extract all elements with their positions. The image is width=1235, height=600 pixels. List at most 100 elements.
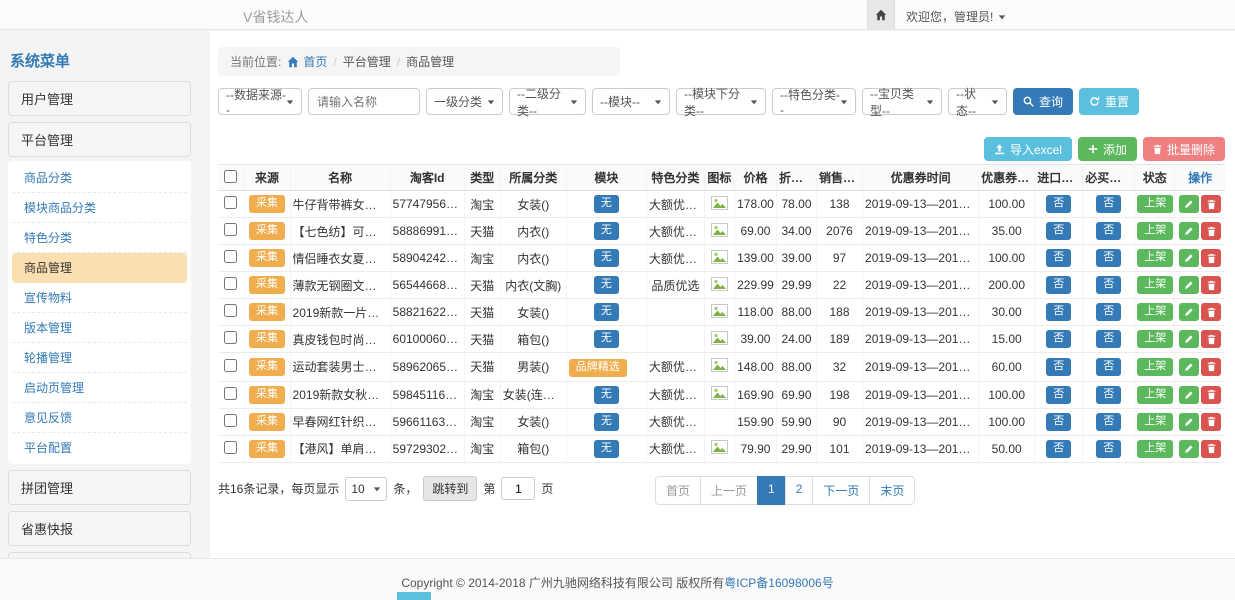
row-checkbox[interactable]: [224, 196, 237, 209]
sidebar-subitem-1[interactable]: 模块商品分类: [12, 193, 187, 223]
breadcrumb-home-link[interactable]: 首页: [287, 53, 327, 70]
status-badge[interactable]: 上架: [1137, 330, 1173, 348]
pager-page-2[interactable]: 2: [785, 476, 814, 505]
status-badge[interactable]: 上架: [1137, 303, 1173, 321]
import-select-badge[interactable]: 否: [1046, 413, 1071, 431]
pager-next[interactable]: 下一页: [812, 476, 870, 505]
filter-select-7[interactable]: --宝贝类型--: [862, 88, 942, 115]
must-buy-badge[interactable]: 否: [1096, 413, 1121, 431]
filter-select-6[interactable]: --特色分类--: [772, 88, 856, 115]
import-select-badge[interactable]: 否: [1046, 195, 1071, 213]
edit-button[interactable]: [1179, 195, 1199, 213]
edit-button[interactable]: [1179, 276, 1199, 294]
filter-select-5[interactable]: --模块下分类--: [676, 88, 766, 115]
edit-button[interactable]: [1179, 440, 1199, 458]
delete-button[interactable]: [1201, 440, 1221, 458]
import-select-badge[interactable]: 否: [1046, 222, 1071, 240]
must-buy-badge[interactable]: 否: [1096, 386, 1121, 404]
sidebar-subitem-2[interactable]: 特色分类: [12, 223, 187, 253]
breadcrumb-item-platform[interactable]: 平台管理: [343, 53, 391, 70]
delete-button[interactable]: [1201, 276, 1221, 294]
filter-select-8[interactable]: --状态--: [948, 88, 1007, 115]
edit-button[interactable]: [1179, 413, 1199, 431]
filter-select-2[interactable]: 一级分类: [426, 88, 503, 115]
delete-button[interactable]: [1201, 303, 1221, 321]
row-checkbox[interactable]: [224, 331, 237, 344]
delete-button[interactable]: [1201, 222, 1221, 240]
row-checkbox[interactable]: [224, 359, 237, 372]
pager-first[interactable]: 首页: [655, 476, 701, 505]
import-select-badge[interactable]: 否: [1046, 386, 1071, 404]
must-buy-badge[interactable]: 否: [1096, 303, 1121, 321]
status-badge[interactable]: 上架: [1137, 413, 1173, 431]
home-button[interactable]: [867, 0, 895, 29]
must-buy-badge[interactable]: 否: [1096, 222, 1121, 240]
sidebar-subitem-5[interactable]: 版本管理: [12, 313, 187, 343]
import-select-badge[interactable]: 否: [1046, 440, 1071, 458]
edit-button[interactable]: [1179, 358, 1199, 376]
import-select-badge[interactable]: 否: [1046, 276, 1071, 294]
sidebar-subitem-3[interactable]: 商品管理: [12, 253, 187, 283]
edit-button[interactable]: [1179, 386, 1199, 404]
icp-link[interactable]: 粤ICP备16098006号: [724, 576, 833, 590]
page-input[interactable]: [501, 477, 535, 500]
select-all-checkbox[interactable]: [224, 170, 237, 183]
row-checkbox[interactable]: [224, 277, 237, 290]
status-badge[interactable]: 上架: [1137, 440, 1173, 458]
must-buy-badge[interactable]: 否: [1096, 358, 1121, 376]
row-checkbox[interactable]: [224, 414, 237, 427]
import-select-badge[interactable]: 否: [1046, 303, 1071, 321]
status-badge[interactable]: 上架: [1137, 222, 1173, 240]
sidebar-section-2[interactable]: 拼团管理: [8, 470, 191, 505]
edit-button[interactable]: [1179, 330, 1199, 348]
search-button[interactable]: 查询: [1013, 88, 1073, 115]
pager-prev[interactable]: 上一页: [700, 476, 758, 505]
status-badge[interactable]: 上架: [1137, 249, 1173, 267]
sidebar-subitem-4[interactable]: 宣传物料: [12, 283, 187, 313]
user-menu[interactable]: 欢迎您，管理员!: [906, 8, 1006, 25]
must-buy-badge[interactable]: 否: [1096, 276, 1121, 294]
import-excel-button[interactable]: 导入excel: [984, 137, 1072, 161]
jump-button[interactable]: 跳转到: [423, 476, 477, 501]
row-checkbox[interactable]: [224, 250, 237, 263]
sidebar-section-0[interactable]: 用户管理: [8, 81, 191, 116]
reset-button[interactable]: 重置: [1079, 88, 1139, 115]
delete-button[interactable]: [1201, 330, 1221, 348]
must-buy-badge[interactable]: 否: [1096, 195, 1121, 213]
pager-last[interactable]: 末页: [869, 476, 915, 505]
status-badge[interactable]: 上架: [1137, 276, 1173, 294]
delete-button[interactable]: [1201, 358, 1221, 376]
edit-button[interactable]: [1179, 249, 1199, 267]
must-buy-badge[interactable]: 否: [1096, 249, 1121, 267]
row-checkbox[interactable]: [224, 387, 237, 400]
status-badge[interactable]: 上架: [1137, 358, 1173, 376]
sidebar-section-3[interactable]: 省惠快报: [8, 511, 191, 546]
sidebar-section-1[interactable]: 平台管理: [8, 122, 191, 157]
row-checkbox[interactable]: [224, 441, 237, 454]
delete-button[interactable]: [1201, 249, 1221, 267]
delete-button[interactable]: [1201, 386, 1221, 404]
edit-button[interactable]: [1179, 222, 1199, 240]
row-checkbox[interactable]: [224, 304, 237, 317]
filter-select-4[interactable]: --模块--: [592, 88, 670, 115]
must-buy-badge[interactable]: 否: [1096, 440, 1121, 458]
must-buy-badge[interactable]: 否: [1096, 330, 1121, 348]
filter-select-3[interactable]: --二级分类--: [509, 88, 586, 115]
filter-select-0[interactable]: --数据来源--: [218, 88, 302, 115]
edit-button[interactable]: [1179, 303, 1199, 321]
delete-button[interactable]: [1201, 413, 1221, 431]
import-select-badge[interactable]: 否: [1046, 358, 1071, 376]
import-select-badge[interactable]: 否: [1046, 330, 1071, 348]
batch-delete-button[interactable]: 批量删除: [1143, 137, 1225, 161]
breadcrumb-item-goods[interactable]: 商品管理: [406, 53, 454, 70]
delete-button[interactable]: [1201, 195, 1221, 213]
sidebar-subitem-0[interactable]: 商品分类: [12, 163, 187, 193]
pager-page-1[interactable]: 1: [757, 476, 786, 505]
name-search-input[interactable]: [308, 88, 420, 115]
sidebar-subitem-8[interactable]: 意见反馈: [12, 403, 187, 433]
per-page-select[interactable]: 10: [345, 477, 387, 501]
row-checkbox[interactable]: [224, 223, 237, 236]
sidebar-subitem-6[interactable]: 轮播管理: [12, 343, 187, 373]
import-select-badge[interactable]: 否: [1046, 249, 1071, 267]
sidebar-subitem-7[interactable]: 启动页管理: [12, 373, 187, 403]
